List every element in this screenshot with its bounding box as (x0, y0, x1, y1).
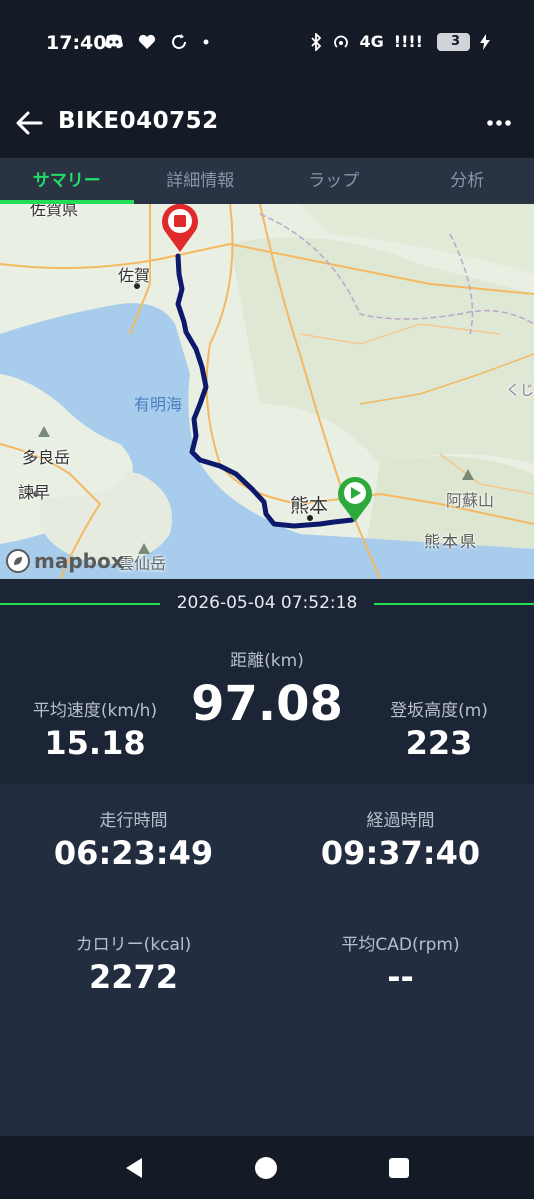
page-title: BIKE040752 (58, 108, 219, 134)
heart-icon (138, 34, 156, 49)
route-map[interactable]: 佐賀県 佐賀 有明海 多良岳 諫早 熊本 阿蘇山 熊本県 雲仙岳 くじ mapb… (0, 204, 534, 579)
map-canvas (0, 204, 534, 579)
mapbox-logo-icon (6, 549, 30, 573)
map-label-tara: 多良岳 (22, 448, 71, 467)
dot-icon (203, 39, 209, 45)
map-label-unzen: 雲仙岳 (118, 554, 167, 573)
climb-label: 登坂高度(m) (390, 701, 488, 721)
status-system-icons: 4G !!!! 3 (310, 32, 490, 51)
tab-details[interactable]: 詳細情報 (134, 158, 268, 204)
map-label-kumamoto-pref: 熊本県 (424, 532, 479, 551)
mapbox-attribution[interactable]: mapbox (6, 549, 124, 573)
back-arrow-icon[interactable] (14, 108, 44, 138)
sync-icon (172, 34, 186, 49)
signal-strength: !!!! (393, 32, 423, 51)
charging-icon (480, 33, 490, 50)
nav-home-icon[interactable] (254, 1156, 278, 1180)
activity-date: 2026-05-04 07:52:18 (176, 593, 358, 613)
climb-value: 223 (405, 724, 473, 762)
status-bar: 17:40 4G !!!! 3 (0, 0, 534, 88)
distance-value: 97.08 (191, 676, 343, 732)
avg-cad-label: 平均CAD(rpm) (341, 935, 460, 955)
status-time: 17:40 (46, 32, 107, 54)
avg-speed-value: 15.18 (44, 724, 146, 762)
map-label-isahaya: 諫早 (18, 483, 51, 502)
calories-value: 2272 (88, 958, 179, 996)
avg-cad-value: -- (387, 958, 414, 996)
map-label-kumamoto: 熊本 (290, 495, 329, 517)
tab-laps[interactable]: ラップ (267, 158, 401, 204)
ride-time-value: 06:23:49 (53, 834, 214, 872)
discord-icon (105, 34, 123, 49)
elapsed-time-label: 経過時間 (366, 811, 435, 831)
battery-icon: 3 (436, 32, 470, 51)
status-notification-icons (104, 33, 210, 51)
map-label-kuji: くじ (506, 383, 534, 399)
more-options-icon[interactable] (486, 110, 512, 136)
calories-label: カロリー(kcal) (75, 935, 192, 955)
hotspot-icon (333, 35, 348, 48)
app-bar: BIKE040752 (0, 88, 534, 158)
map-label-aso: 阿蘇山 (446, 491, 495, 510)
date-row: 2026-05-04 07:52:18 (0, 590, 534, 620)
avg-speed-label: 平均速度(km/h) (32, 701, 158, 721)
ride-time-label: 走行時間 (99, 811, 168, 831)
map-label-saga: 佐賀 (118, 266, 151, 285)
map-label-saga-pref: 佐賀県 (30, 204, 79, 219)
tab-bar: サマリー 詳細情報 ラップ 分析 (0, 158, 534, 204)
map-label-ariake: 有明海 (134, 395, 183, 414)
tab-summary[interactable]: サマリー (0, 158, 134, 204)
tab-analysis[interactable]: 分析 (401, 158, 534, 204)
distance-label: 距離(km) (230, 651, 304, 671)
elapsed-time-value: 09:37:40 (320, 834, 481, 872)
nav-back-icon[interactable] (122, 1156, 146, 1180)
mapbox-text: mapbox (34, 549, 124, 573)
bluetooth-icon (310, 32, 321, 51)
primary-stats: 距離(km) 97.08 平均速度(km/h) 15.18 登坂高度(m) 22… (0, 632, 534, 784)
network-type: 4G (359, 32, 384, 51)
secondary-stats: 走行時間 06:23:49 経過時間 09:37:40 カロリー(kcal) 2… (0, 784, 534, 1136)
nav-recent-apps-icon[interactable] (388, 1157, 410, 1179)
system-nav-bar (0, 1136, 534, 1199)
